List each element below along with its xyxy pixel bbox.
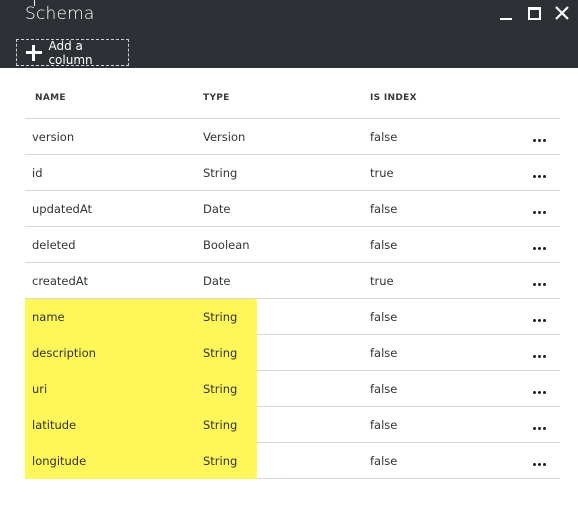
cell-is-index: false <box>370 310 398 324</box>
more-dot <box>543 139 546 142</box>
page-title: Schema <box>25 4 95 24</box>
more-dot <box>533 427 536 430</box>
more-dot <box>543 355 546 358</box>
plus-icon <box>26 44 43 61</box>
cell-name: deleted <box>32 238 76 252</box>
cell-name: id <box>32 166 43 180</box>
more-dot <box>538 175 541 178</box>
more-dot <box>543 463 546 466</box>
cell-type: String <box>203 310 238 324</box>
more-dot <box>538 319 541 322</box>
more-dot <box>543 211 546 214</box>
more-dot <box>543 427 546 430</box>
more-dot <box>543 175 546 178</box>
table-row[interactable]: id String true <box>25 155 560 191</box>
cell-is-index: false <box>370 238 398 252</box>
more-dot <box>533 391 536 394</box>
add-column-label: Add a column <box>48 38 93 67</box>
more-dot <box>543 319 546 322</box>
column-header-is-index: IS INDEX <box>370 93 417 103</box>
table-header: NAME TYPE IS INDEX <box>25 83 560 119</box>
table-body: version Version false id String true updatedAt… <box>25 119 560 479</box>
more-icon[interactable] <box>531 169 549 179</box>
cell-is-index: false <box>370 418 398 432</box>
more-dot <box>533 319 536 322</box>
more-dot <box>543 391 546 394</box>
cell-type: Date <box>203 274 231 288</box>
more-dot <box>538 283 541 286</box>
more-dot <box>543 247 546 250</box>
more-icon[interactable] <box>531 205 549 215</box>
minimize-icon[interactable] <box>498 5 514 21</box>
cell-name: latitude <box>32 418 77 432</box>
more-icon[interactable] <box>531 457 549 467</box>
more-dot <box>533 139 536 142</box>
more-icon[interactable] <box>531 277 549 287</box>
cell-type: Boolean <box>203 238 250 252</box>
table-row[interactable]: uri String false <box>25 371 560 407</box>
table-row[interactable]: name String false <box>25 299 560 335</box>
table-row[interactable]: latitude String false <box>25 407 560 443</box>
cell-type: Version <box>203 130 246 144</box>
more-dot <box>538 139 541 142</box>
title-bar: Schema Add a column <box>0 0 578 68</box>
table-row[interactable]: longitude String false <box>25 443 560 479</box>
cell-type: String <box>203 346 238 360</box>
more-dot <box>533 283 536 286</box>
more-dot <box>533 355 536 358</box>
schema-window: Schema Add a column NAME TYPE IS INDEX v… <box>0 0 578 512</box>
cell-is-index: true <box>370 166 394 180</box>
column-header-type: TYPE <box>203 93 230 103</box>
column-header-name: NAME <box>35 93 66 103</box>
more-dot <box>533 463 536 466</box>
cell-name: name <box>32 310 65 324</box>
cell-name: createdAt <box>32 274 88 288</box>
more-dot <box>538 427 541 430</box>
cell-is-index: false <box>370 346 398 360</box>
more-dot <box>538 355 541 358</box>
more-dot <box>533 211 536 214</box>
cell-name: description <box>32 346 96 360</box>
schema-table: NAME TYPE IS INDEX version Version false id… <box>25 83 560 479</box>
table-row[interactable]: description String false <box>25 335 560 371</box>
close-icon[interactable] <box>554 5 570 21</box>
more-icon[interactable] <box>531 349 549 359</box>
cell-name: updatedAt <box>32 202 92 216</box>
cell-type: String <box>203 454 238 468</box>
more-icon[interactable] <box>531 385 549 395</box>
cell-name: longitude <box>32 454 87 468</box>
table-row[interactable]: createdAt Date true <box>25 263 560 299</box>
table-row[interactable]: updatedAt Date false <box>25 191 560 227</box>
cell-type: String <box>203 166 238 180</box>
more-icon[interactable] <box>531 421 549 431</box>
cell-is-index: false <box>370 202 398 216</box>
cell-type: String <box>203 418 238 432</box>
cell-is-index: false <box>370 130 398 144</box>
window-controls <box>498 5 570 21</box>
maximize-icon[interactable] <box>526 5 542 21</box>
more-icon[interactable] <box>531 133 549 143</box>
cell-is-index: false <box>370 382 398 396</box>
more-icon[interactable] <box>531 313 549 323</box>
cell-is-index: false <box>370 454 398 468</box>
table-row[interactable]: version Version false <box>25 119 560 155</box>
cell-name: version <box>32 130 75 144</box>
table-row[interactable]: deleted Boolean false <box>25 227 560 263</box>
more-dot <box>538 247 541 250</box>
more-dot <box>538 463 541 466</box>
more-dot <box>533 247 536 250</box>
cell-is-index: true <box>370 274 394 288</box>
cell-type: Date <box>203 202 231 216</box>
more-dot <box>538 211 541 214</box>
more-dot <box>543 283 546 286</box>
cell-name: uri <box>32 382 48 396</box>
more-icon[interactable] <box>531 241 549 251</box>
add-column-button[interactable]: Add a column <box>16 38 129 67</box>
cell-type: String <box>203 382 238 396</box>
more-dot <box>538 391 541 394</box>
more-dot <box>533 175 536 178</box>
